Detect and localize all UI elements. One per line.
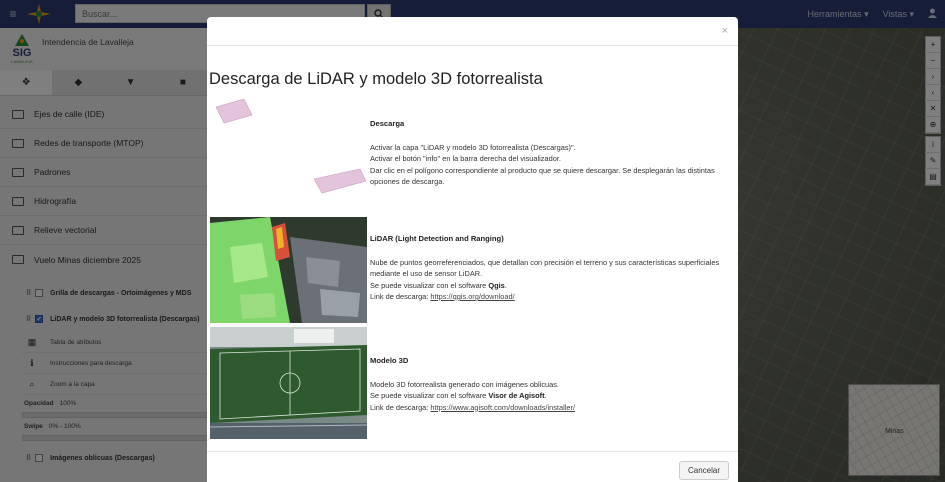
qgis-download-link[interactable]: https://qgis.org/download/ — [430, 292, 514, 301]
section-text: Dar clic en el polígono correspondiente … — [370, 165, 715, 187]
lidar-point-cloud-image — [210, 217, 367, 323]
agisoft-download-link[interactable]: https://www.agisoft.com/downloads/instal… — [430, 403, 575, 412]
modal-title: Descarga de LiDAR y modelo 3D fotorreali… — [209, 70, 543, 88]
3d-model-stadium-image — [209, 327, 368, 439]
cancel-button[interactable]: Cancelar — [678, 461, 729, 480]
section-text: Nube de puntos georreferenciados, que de… — [370, 257, 720, 279]
text-fragment: . — [544, 391, 547, 400]
software-name: Qgis — [488, 280, 505, 290]
text-fragment: . — [504, 280, 507, 290]
download-info-modal: × Descarga de LiDAR y modelo 3D fotorrea… — [207, 17, 738, 482]
section-heading: Descarga — [370, 119, 405, 128]
close-icon[interactable]: × — [722, 25, 728, 37]
text-fragment: Link de descarga: — [370, 402, 431, 412]
section-text: Link de descarga: https://qgis.org/downl… — [370, 291, 732, 303]
section-text: Activar la capa "LiDAR y modelo 3D fotor… — [370, 142, 576, 152]
section-text: Activar el botón "info" en la barra dere… — [370, 154, 561, 163]
section-heading: Modelo 3D — [370, 356, 409, 365]
section-descarga: Descarga Activar la capa "LiDAR y modelo… — [370, 118, 732, 188]
text-fragment: Link de descarga: — [370, 292, 431, 301]
section-text: Se puede visualizar con el software Viso… — [370, 390, 732, 402]
section-lidar: LiDAR (Light Detection and Ranging) Nube… — [370, 233, 732, 303]
software-name: Visor de Agisoft — [488, 391, 545, 400]
section-modelo-3d: Modelo 3D Modelo 3D fotorrealista genera… — [370, 355, 732, 413]
modal-footer: Cancelar — [207, 451, 738, 482]
section-text: Modelo 3D fotorrealista generado con imá… — [370, 379, 559, 389]
text-fragment: Se puede visualizar con el software — [370, 391, 489, 400]
section-text: Link de descarga: https://www.agisoft.co… — [370, 402, 732, 414]
modal-header: × — [207, 17, 738, 46]
download-polygons-illustration — [210, 98, 367, 214]
section-heading: LiDAR (Light Detection and Ranging) — [370, 234, 504, 243]
text-fragment: Se puede visualizar con el software — [370, 280, 489, 290]
section-text: Se puede visualizar con el software Qgis… — [370, 280, 732, 292]
